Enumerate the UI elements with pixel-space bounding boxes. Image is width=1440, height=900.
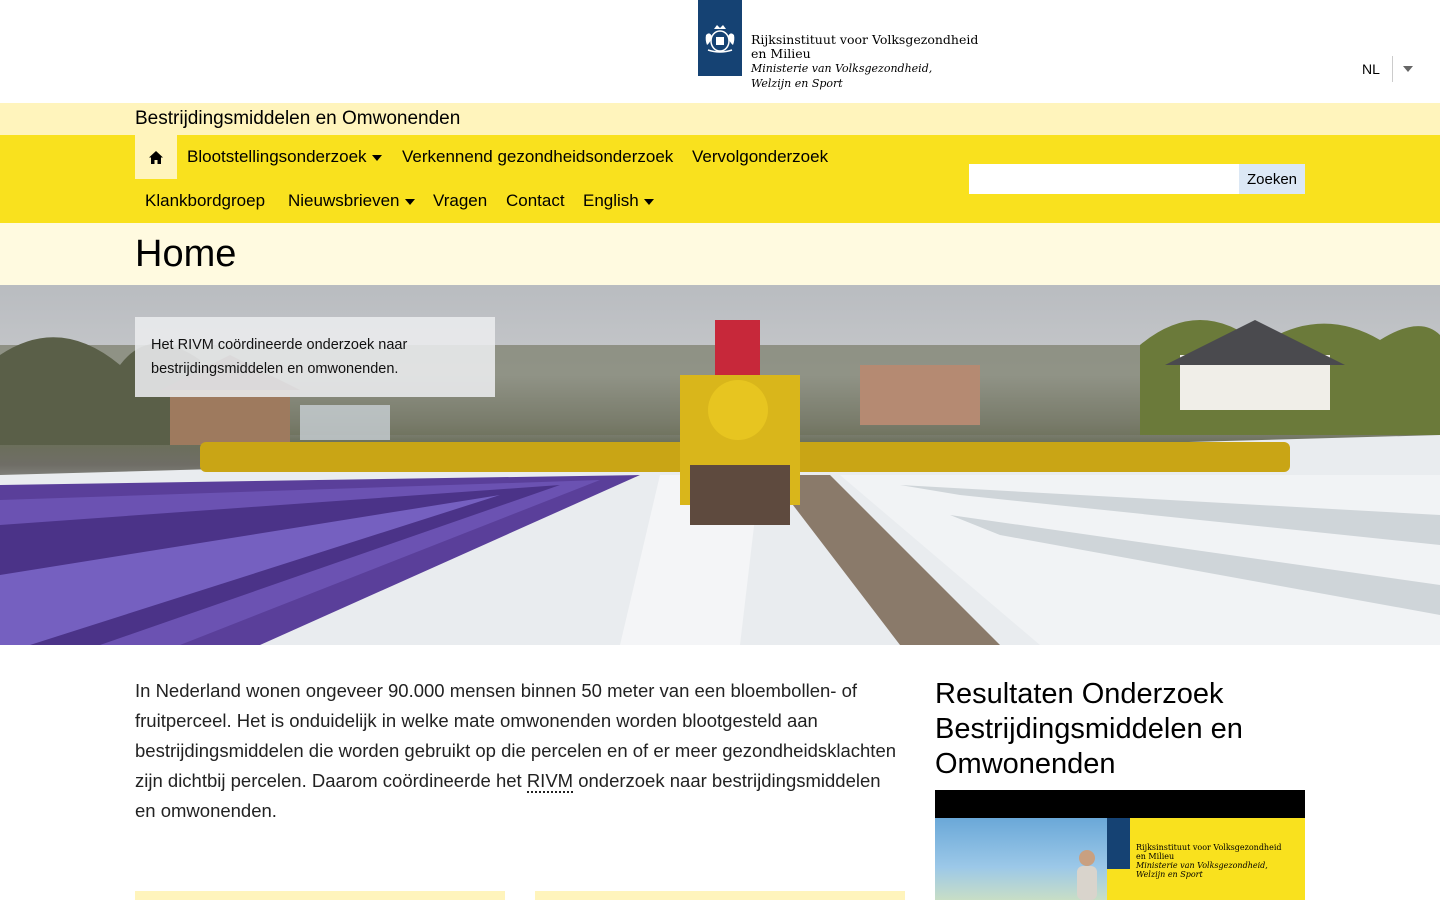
language-switcher[interactable]: NL <box>1362 56 1413 82</box>
main-navigation: Blootstellingsonderzoek Verkennend gezon… <box>0 135 1440 223</box>
nav-item-klankbordgroep[interactable]: Klankbordgroep <box>145 179 265 223</box>
nav-item-label: Contact <box>506 191 565 210</box>
thumbnail-wordmark: Rijksinstituut voor Volksgezondheid en M… <box>1136 843 1282 879</box>
thumbnail-org-line: Rijksinstituut voor Volksgezondheid <box>1136 843 1282 852</box>
nav-item-label: English <box>583 191 639 210</box>
hero-caption: Het RIVM coördineerde onderzoek naar bes… <box>135 317 495 397</box>
nav-item-label: Verkennend gezondheidsonderzoek <box>402 147 674 166</box>
sidebar-results-title[interactable]: Resultaten Onderzoek Bestrijdingsmiddele… <box>935 677 1305 782</box>
nav-item-english[interactable]: English <box>583 179 654 223</box>
page-title: Home <box>135 233 237 275</box>
search-input[interactable] <box>969 164 1239 194</box>
results-thumbnail[interactable]: Rijksinstituut voor Volksgezondheid en M… <box>935 790 1305 900</box>
logo-org-line: en Milieu <box>751 46 811 61</box>
content-card[interactable] <box>535 891 905 900</box>
rivm-abbreviation[interactable]: RIVM <box>526 770 574 793</box>
intro-paragraph: In Nederland wonen ongeveer 90.000 mense… <box>135 676 905 826</box>
nav-item-label: Nieuwsbrieven <box>288 191 400 210</box>
logo-wordmark[interactable]: Rijksinstituut voor Volksgezondheid en M… <box>751 33 978 91</box>
chevron-down-icon <box>404 198 415 205</box>
thumbnail-logo <box>1107 818 1130 869</box>
thumbnail-org-line: en Milieu <box>1136 852 1175 861</box>
chevron-down-icon <box>643 198 654 205</box>
logo-org-line: Rijksinstituut voor Volksgezondheid <box>751 32 979 47</box>
site-title-bar: Bestrijdingsmiddelen en Omwonenden <box>0 103 1440 135</box>
nav-item-nieuwsbrieven[interactable]: Nieuwsbrieven <box>288 179 415 223</box>
site-title[interactable]: Bestrijdingsmiddelen en Omwonenden <box>135 108 460 130</box>
page-title-band: Home <box>0 223 1440 285</box>
chevron-down-icon <box>371 154 382 161</box>
thumbnail-child-figure <box>1077 850 1097 900</box>
nav-item-label: Klankbordgroep <box>145 191 266 210</box>
home-icon <box>149 150 163 164</box>
thumbnail-ministry-line: Welzijn en Sport <box>1136 870 1203 879</box>
logo-ministry-line: Ministerie van Volksgezondheid, <box>751 62 933 75</box>
nav-item-vervolgonderzoek[interactable]: Vervolgonderzoek <box>692 135 828 179</box>
nav-item-label: Vragen <box>433 191 488 210</box>
hero-image: Het RIVM coördineerde onderzoek naar bes… <box>0 285 1440 645</box>
nav-item-label: Vervolgonderzoek <box>692 147 829 166</box>
rijksoverheid-logo[interactable] <box>698 0 742 76</box>
nav-item-contact[interactable]: Contact <box>506 179 565 223</box>
chevron-down-icon <box>1402 66 1413 72</box>
nav-item-verkennend-gezondheidsonderzoek[interactable]: Verkennend gezondheidsonderzoek <box>402 135 673 179</box>
nav-item-label: Blootstellingsonderzoek <box>187 147 367 166</box>
logo-ministry-line: Welzijn en Sport <box>751 77 843 90</box>
search-button[interactable]: Zoeken <box>1239 164 1305 194</box>
site-header: Rijksinstituut voor Volksgezondheid en M… <box>0 0 1440 103</box>
nav-item-vragen[interactable]: Vragen <box>433 179 487 223</box>
language-code: NL <box>1362 56 1393 82</box>
nav-home-button[interactable] <box>135 135 177 179</box>
nav-item-blootstellingsonderzoek[interactable]: Blootstellingsonderzoek <box>187 135 382 179</box>
content-card[interactable] <box>135 891 505 900</box>
crest-icon <box>705 25 735 53</box>
thumbnail-ministry-line: Ministerie van Volksgezondheid, <box>1136 861 1268 870</box>
